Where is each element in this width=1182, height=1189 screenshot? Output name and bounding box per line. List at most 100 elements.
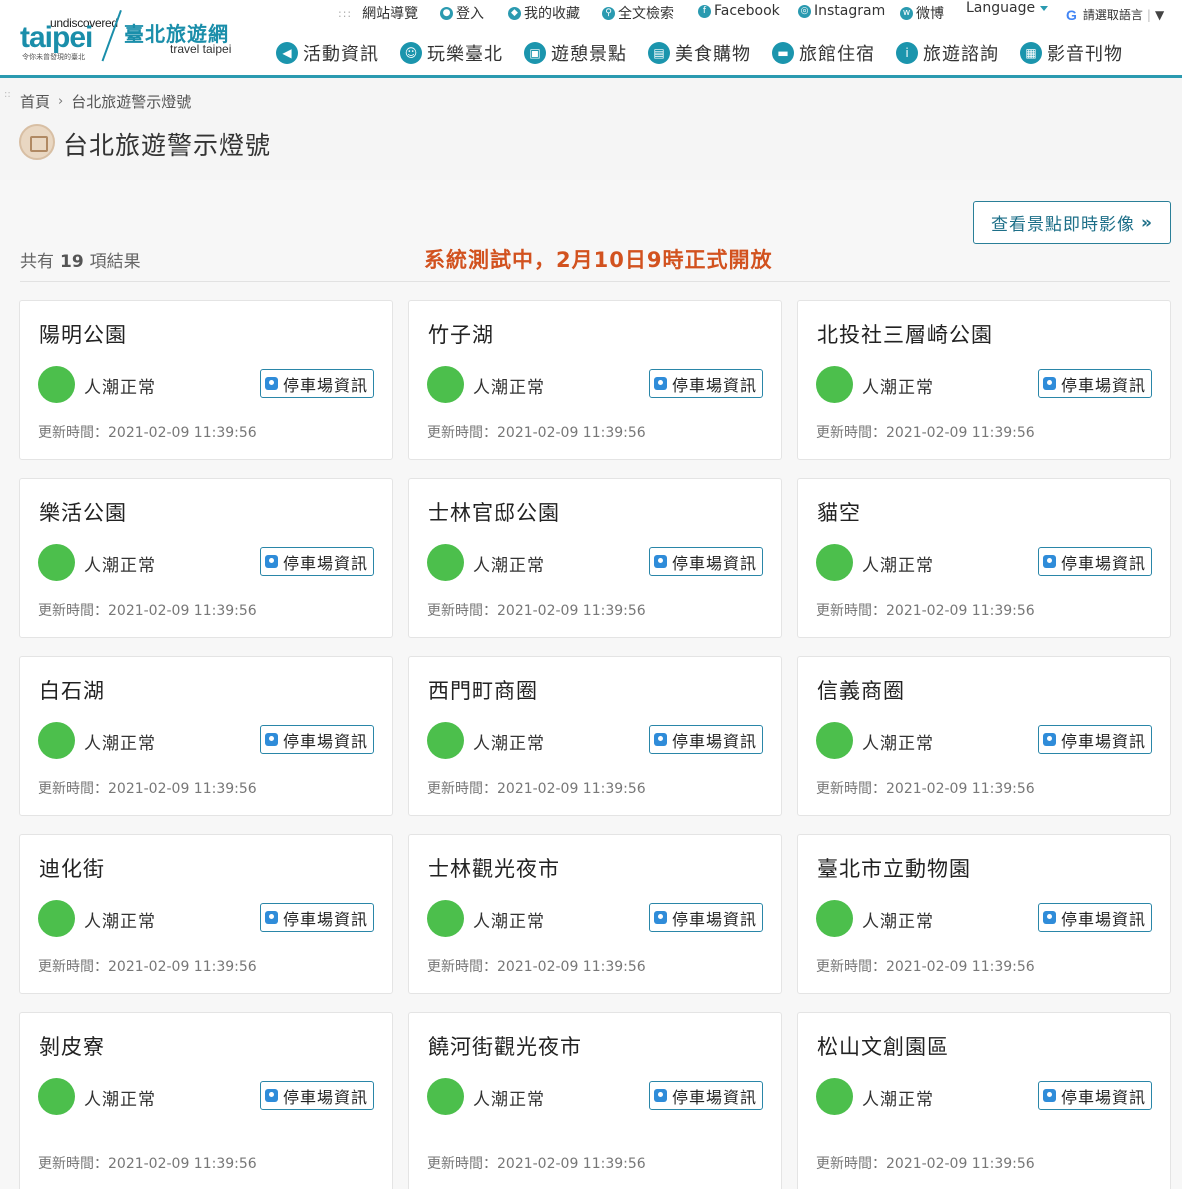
updated-time-label: 更新時間： <box>38 1156 108 1172</box>
updated-time-value: 2021-02-09 11:39:56 <box>886 959 1035 975</box>
spot-card: 貓空 人潮正常 停車場資訊 更新時間：2021-02-09 11:39:56 <box>797 478 1171 638</box>
nav-label: 旅館住宿 <box>799 44 875 65</box>
parking-info-button[interactable]: 停車場資訊 <box>260 1081 375 1110</box>
parking-info-button[interactable]: 停車場資訊 <box>1038 903 1153 932</box>
breadcrumb-current: 台北旅遊警示燈號 <box>71 93 192 111</box>
updated-time-value: 2021-02-09 11:39:56 <box>108 603 257 619</box>
updated-time-label: 更新時間： <box>816 603 886 619</box>
updated-time: 更新時間：2021-02-09 11:39:56 <box>816 956 1035 976</box>
status-light <box>816 1078 853 1115</box>
parking-info-button[interactable]: 停車場資訊 <box>1038 547 1153 576</box>
util-link-fulltext-search[interactable]: ⚲ 全文檢索 <box>602 3 674 23</box>
updated-time-label: 更新時間： <box>816 781 886 797</box>
logo-brand: taipei <box>20 21 93 54</box>
parking-info-label: 停車場資訊 <box>672 553 758 573</box>
crowd-status: 人潮正常 <box>862 912 934 932</box>
spot-card: 饒河街觀光夜市 人潮正常 停車場資訊 更新時間：2021-02-09 11:39:56 <box>408 1012 782 1189</box>
spot-card: 西門町商圈 人潮正常 停車場資訊 更新時間：2021-02-09 11:39:56 <box>408 656 782 816</box>
parking-info-button[interactable]: 停車場資訊 <box>649 903 764 932</box>
updated-time: 更新時間：2021-02-09 11:39:56 <box>427 956 646 976</box>
map-pin-icon <box>654 1089 667 1102</box>
util-link-label: Facebook <box>714 3 780 19</box>
breadcrumb-home[interactable]: 首頁 <box>20 91 50 112</box>
updated-time: 更新時間：2021-02-09 11:39:56 <box>427 600 646 620</box>
site-logo[interactable]: undiscovered taipei 令你未曾發現的臺北 臺北旅遊網 trav… <box>20 8 240 68</box>
parking-info-button[interactable]: 停車場資訊 <box>649 369 764 398</box>
gem-icon: ◆ <box>508 6 521 20</box>
util-link-facebook[interactable]: f Facebook <box>698 3 780 19</box>
spot-card: 士林官邸公園 人潮正常 停車場資訊 更新時間：2021-02-09 11:39:56 <box>408 478 782 638</box>
updated-time: 更新時間：2021-02-09 11:39:56 <box>427 422 646 442</box>
status-light <box>427 1078 464 1115</box>
language-dropdown[interactable]: Language <box>966 0 1049 16</box>
util-link-weibo[interactable]: w 微博 <box>900 3 944 23</box>
nav-label: 遊憩景點 <box>551 44 627 65</box>
crowd-status: 人潮正常 <box>473 912 545 932</box>
util-link-sitemap[interactable]: ::: 網站導覽 <box>338 3 418 23</box>
crowd-status: 人潮正常 <box>473 734 545 754</box>
nav-play-taipei[interactable]: ☺ 玩樂臺北 <box>400 40 503 66</box>
status-light <box>38 722 75 759</box>
updated-time: 更新時間：2021-02-09 11:39:56 <box>38 956 257 976</box>
google-translate-select[interactable]: G 請選取語言 | ▼ <box>1066 6 1164 23</box>
nav-attractions[interactable]: ▣ 遊憩景點 <box>524 40 627 66</box>
spot-card: 剝皮寮 人潮正常 停車場資訊 更新時間：2021-02-09 11:39:56 <box>19 1012 393 1189</box>
util-link-label: 全文檢索 <box>618 6 674 22</box>
image-icon: ▣ <box>524 42 546 64</box>
spot-card: 信義商圈 人潮正常 停車場資訊 更新時間：2021-02-09 11:39:56 <box>797 656 1171 816</box>
util-link-instagram[interactable]: ◎ Instagram <box>798 3 885 19</box>
map-pin-icon <box>265 733 278 746</box>
updated-time-label: 更新時間： <box>427 425 497 441</box>
util-link-label: 網站導覽 <box>362 6 419 22</box>
nav-travel-info[interactable]: i 旅遊諮詢 <box>896 40 999 66</box>
spot-name: 貓空 <box>817 501 861 525</box>
parking-info-button[interactable]: 停車場資訊 <box>260 547 375 576</box>
status-light <box>38 900 75 937</box>
map-pin-icon <box>654 733 667 746</box>
updated-time-label: 更新時間： <box>38 959 108 975</box>
result-count-suffix: 項結果 <box>89 252 141 272</box>
map-pin-icon <box>654 377 667 390</box>
map-pin-icon <box>1043 733 1056 746</box>
page-category-icon <box>19 124 55 160</box>
parking-info-button[interactable]: 停車場資訊 <box>1038 369 1153 398</box>
megaphone-icon: ◀ <box>276 42 298 64</box>
updated-time-label: 更新時間： <box>427 603 497 619</box>
util-link-favorites[interactable]: ◆ 我的收藏 <box>508 3 580 23</box>
spot-name: 陽明公園 <box>39 323 127 347</box>
updated-time-value: 2021-02-09 11:39:56 <box>497 1156 646 1172</box>
info-person-icon: i <box>896 42 918 64</box>
crowd-status: 人潮正常 <box>84 378 156 398</box>
updated-time-label: 更新時間： <box>427 781 497 797</box>
parking-info-button[interactable]: 停車場資訊 <box>260 369 375 398</box>
logo-en-title: travel taipei <box>170 42 232 56</box>
parking-info-button[interactable]: 停車場資訊 <box>649 547 764 576</box>
nav-hotels[interactable]: ▬ 旅館住宿 <box>772 40 875 66</box>
spot-name: 白石湖 <box>39 679 105 703</box>
updated-time: 更新時間：2021-02-09 11:39:56 <box>38 600 257 620</box>
updated-time-label: 更新時間： <box>816 1156 886 1172</box>
parking-info-button[interactable]: 停車場資訊 <box>260 725 375 754</box>
nav-food-shopping[interactable]: ▤ 美食購物 <box>648 40 751 66</box>
nav-media[interactable]: ▦ 影音刊物 <box>1020 40 1123 66</box>
parking-info-button[interactable]: 停車場資訊 <box>649 725 764 754</box>
spot-card: 松山文創園區 人潮正常 停車場資訊 更新時間：2021-02-09 11:39:56 <box>797 1012 1171 1189</box>
parking-info-button[interactable]: 停車場資訊 <box>260 903 375 932</box>
spot-name: 樂活公園 <box>39 501 127 525</box>
crowd-status: 人潮正常 <box>84 1090 156 1110</box>
status-light <box>816 544 853 581</box>
parking-info-button[interactable]: 停車場資訊 <box>1038 725 1153 754</box>
map-pin-icon <box>265 377 278 390</box>
smile-icon: ☺ <box>400 42 422 64</box>
parking-info-label: 停車場資訊 <box>672 731 758 751</box>
util-link-login[interactable]: ● 登入 <box>440 3 484 23</box>
live-video-button[interactable]: 查看景點即時影像 » <box>973 201 1171 244</box>
updated-time-value: 2021-02-09 11:39:56 <box>497 603 646 619</box>
parking-info-label: 停車場資訊 <box>283 1087 369 1107</box>
nav-events[interactable]: ◀ 活動資訊 <box>276 40 379 66</box>
parking-info-label: 停車場資訊 <box>283 731 369 751</box>
status-light <box>38 366 75 403</box>
crowd-status: 人潮正常 <box>862 378 934 398</box>
parking-info-button[interactable]: 停車場資訊 <box>1038 1081 1153 1110</box>
parking-info-button[interactable]: 停車場資訊 <box>649 1081 764 1110</box>
